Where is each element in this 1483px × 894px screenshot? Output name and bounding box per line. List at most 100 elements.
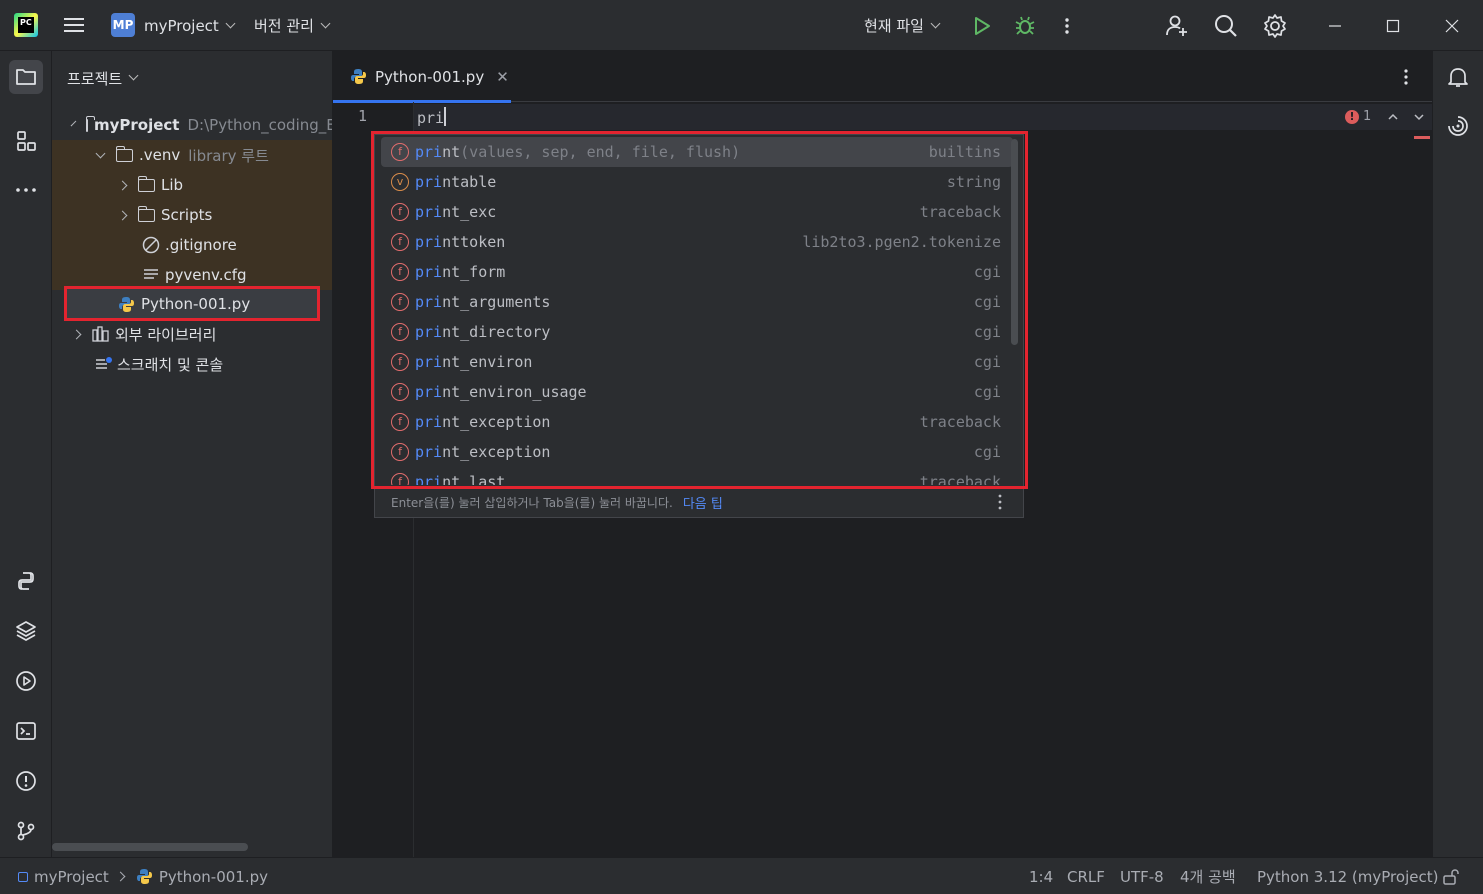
function-kind-icon: f (391, 233, 409, 251)
completion-item[interactable]: f pri nt (values, sep, end, file, flush) bui… (381, 137, 1013, 167)
settings-button[interactable] (1262, 0, 1288, 51)
minimize-button[interactable] (1310, 0, 1360, 51)
run-config-label: 현재 파일 (864, 17, 924, 35)
completion-item[interactable]: f pri nt_directory cgi (381, 317, 1013, 347)
python-console-icon (18, 572, 34, 590)
indent-setting[interactable]: 4개 공백 (1180, 858, 1236, 894)
read-only-toggle[interactable] (1442, 858, 1460, 894)
debug-button[interactable] (1014, 0, 1036, 51)
error-count: 1 (1363, 109, 1372, 124)
completion-rest: nt_environ (442, 353, 533, 371)
completion-match: pri (415, 173, 443, 191)
run-circle-icon (16, 671, 36, 691)
completion-item[interactable]: f pri nt_environ_usage cgi (381, 377, 1013, 407)
completion-source: traceback (919, 413, 1001, 431)
tree-item-label: 외부 라이브러리 (115, 325, 217, 344)
folder-icon (85, 115, 95, 132)
previous-highlight-icon[interactable] (1387, 112, 1399, 122)
variable-kind-icon: v (391, 173, 409, 191)
completion-match: pri (415, 143, 443, 161)
tree-item-venv[interactable]: .venv library 루트 (52, 140, 332, 170)
venv-hint: library 루트 (188, 146, 269, 165)
completion-item[interactable]: f pri nt_last traceback (381, 467, 1013, 485)
completion-item[interactable]: f pri nttoken lib2to3.pgen2.tokenize (381, 227, 1013, 257)
close-window-button[interactable] (1427, 0, 1477, 51)
error-stripe-mark[interactable] (1414, 136, 1430, 139)
collapse-arrow-icon[interactable] (117, 180, 128, 190)
breadcrumb-file[interactable]: Python-001.py (159, 868, 268, 886)
next-tip-link[interactable]: 다음 팁 (683, 493, 723, 512)
completion-item[interactable]: f pri nt_exc traceback (381, 197, 1013, 227)
main-menu-icon[interactable] (64, 15, 86, 35)
tab-options-button[interactable] (1399, 67, 1413, 87)
run-config-selector[interactable]: 현재 파일 (864, 0, 941, 51)
project-panel-header[interactable]: 프로젝트 (67, 67, 139, 89)
maximize-button[interactable] (1368, 0, 1418, 51)
root-path: D:\Python_coding_E (187, 116, 333, 134)
python-console-button[interactable] (9, 564, 43, 598)
project-selector[interactable]: myProject (144, 0, 236, 51)
notifications-button[interactable] (1446, 65, 1470, 89)
file-encoding[interactable]: UTF-8 (1120, 858, 1164, 894)
problems-button[interactable] (9, 764, 43, 798)
completion-match: pri (415, 413, 443, 431)
expand-arrow-icon[interactable] (95, 148, 106, 158)
completion-source: traceback (919, 473, 1001, 485)
code-with-me-button[interactable] (1164, 0, 1190, 51)
project-name: myProject (144, 16, 219, 35)
run-button[interactable] (972, 0, 992, 51)
code-line[interactable]: pri (417, 107, 447, 127)
close-icon (1445, 19, 1459, 32)
next-highlight-icon[interactable] (1413, 112, 1425, 122)
collapse-arrow-icon[interactable] (117, 210, 128, 220)
unlock-icon (1443, 868, 1459, 885)
text-file-icon (143, 268, 159, 282)
expand-arrow-icon[interactable] (70, 120, 77, 126)
function-kind-icon: f (391, 143, 409, 161)
completion-item[interactable]: f pri nt_exception traceback (381, 407, 1013, 437)
git-branch-icon (17, 821, 35, 841)
completion-item[interactable]: v pri ntable string (381, 167, 1013, 197)
close-tab-icon[interactable]: ✕ (496, 68, 509, 86)
caret-position[interactable]: 1:4 (1029, 858, 1053, 894)
completion-source: lib2to3.pgen2.tokenize (802, 233, 1001, 251)
tree-item-python-001[interactable]: Python-001.py (52, 289, 332, 319)
vcs-menu[interactable]: 버전 관리 (254, 0, 331, 51)
tree-root-myproject[interactable]: myProject D:\Python_coding_E (52, 110, 333, 140)
tree-item-external-libraries[interactable]: 외부 라이브러리 (52, 319, 332, 349)
python-interpreter[interactable]: Python 3.12 (myProject) (1257, 858, 1438, 894)
horizontal-scrollbar[interactable] (52, 843, 248, 851)
tree-item-scripts[interactable]: Scripts (52, 200, 332, 230)
module-icon (18, 871, 28, 882)
line-separator[interactable]: CRLF (1067, 858, 1105, 894)
collapse-arrow-icon[interactable] (71, 329, 82, 339)
tree-item-lib[interactable]: Lib (52, 170, 332, 200)
tree-item-scratches[interactable]: 스크래치 및 콘솔 (52, 349, 332, 379)
terminal-button[interactable] (9, 714, 43, 748)
project-badge[interactable]: MP (111, 13, 135, 37)
pycharm-logo-icon[interactable]: PC (14, 13, 38, 37)
git-button[interactable] (9, 814, 43, 848)
completion-match: pri (415, 323, 443, 341)
more-actions-button[interactable] (1060, 0, 1074, 51)
completion-item[interactable]: f pri nt_arguments cgi (381, 287, 1013, 317)
completion-item[interactable]: f pri nt_form cgi (381, 257, 1013, 287)
completion-item[interactable]: f pri nt_exception cgi (381, 437, 1013, 467)
project-tool-button[interactable] (9, 60, 43, 94)
ai-assistant-button[interactable] (1446, 114, 1470, 138)
tab-python-001[interactable]: Python-001.py ✕ (333, 51, 511, 103)
completion-scrollbar[interactable] (1011, 139, 1018, 345)
tree-item-gitignore[interactable]: .gitignore (52, 230, 332, 260)
services-button[interactable] (9, 664, 43, 698)
completion-item[interactable]: f pri nt_environ cgi (381, 347, 1013, 377)
breadcrumb-project[interactable]: myProject (34, 868, 109, 886)
inspection-widget[interactable]: ! 1 (1345, 109, 1425, 124)
more-tools-button[interactable] (9, 173, 43, 207)
warning-circle-icon (16, 771, 36, 791)
structure-tool-button[interactable] (9, 124, 43, 158)
function-kind-icon: f (391, 383, 409, 401)
completion-options-icon[interactable] (997, 494, 1003, 510)
chevron-down-icon (320, 18, 331, 28)
search-button[interactable] (1213, 0, 1239, 51)
python-packages-button[interactable] (9, 614, 43, 648)
